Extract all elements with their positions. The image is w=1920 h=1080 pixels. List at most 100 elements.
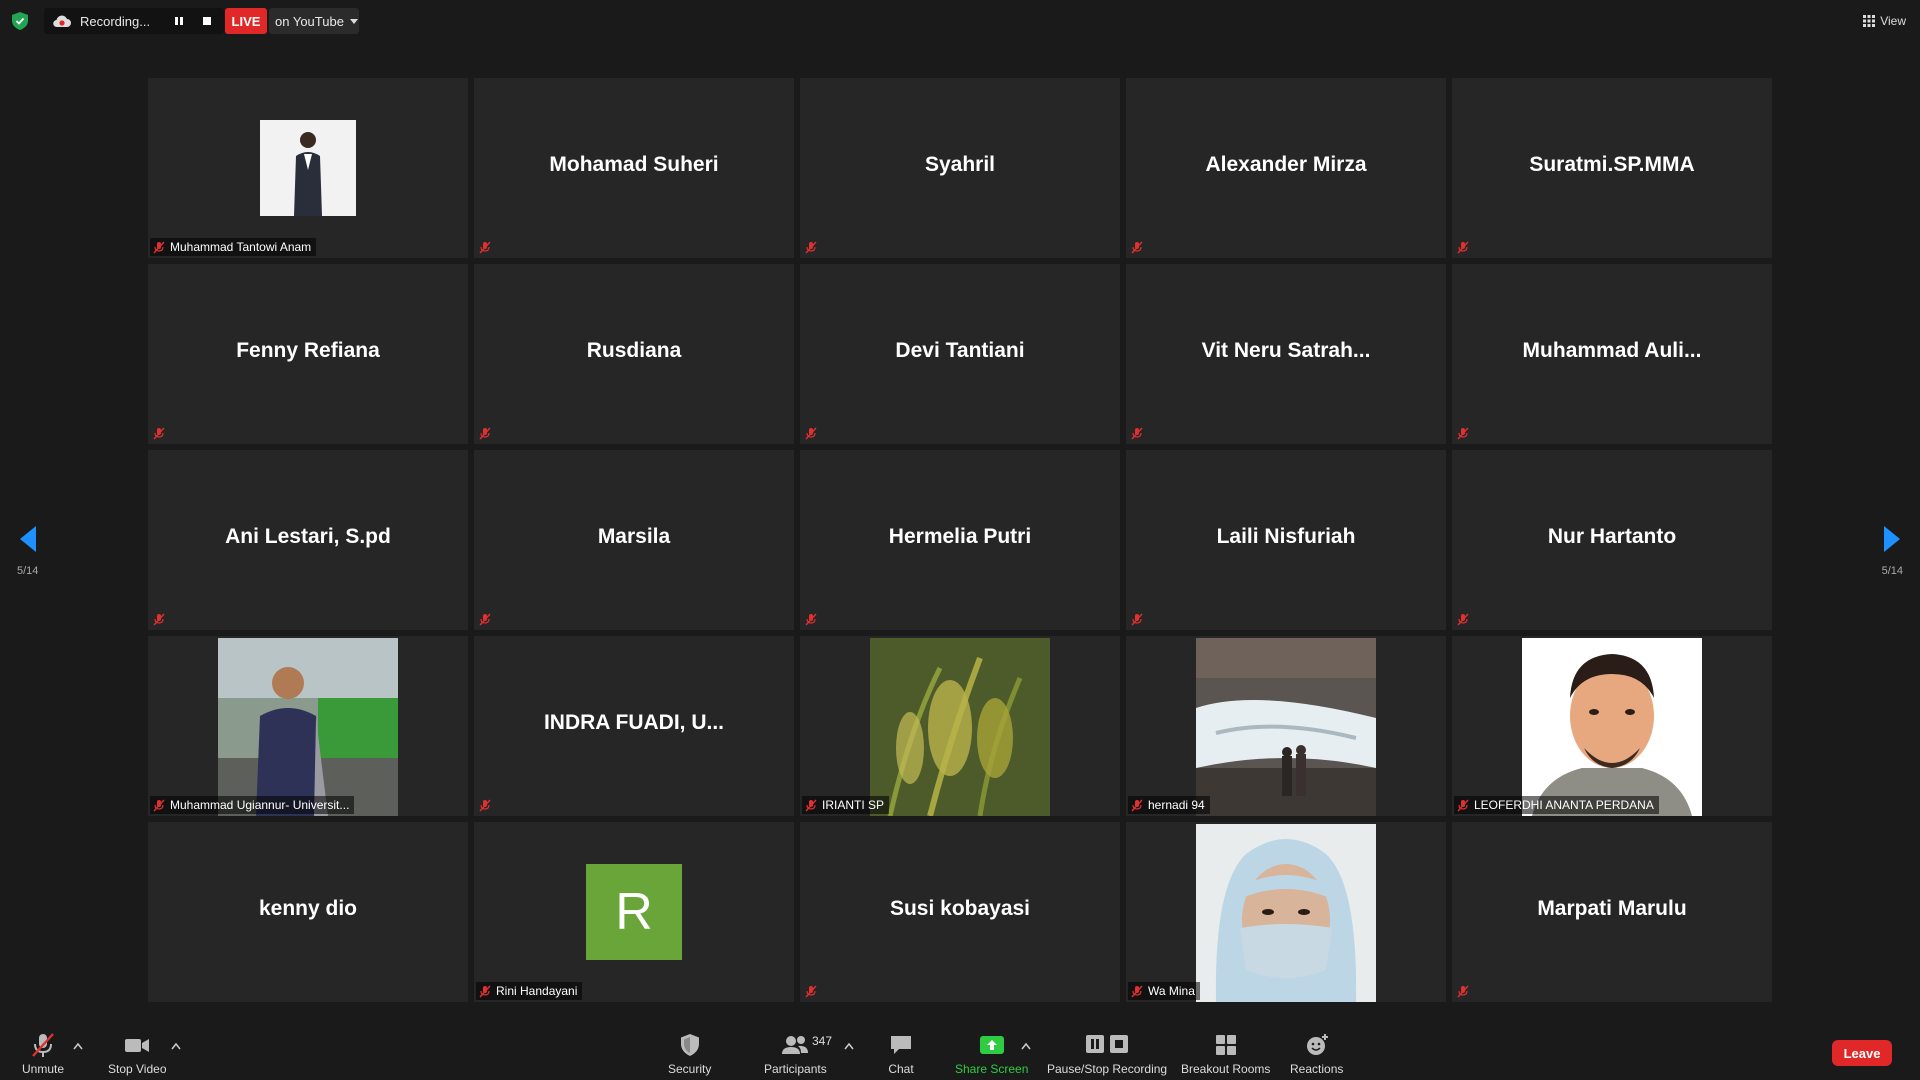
- recording-indicator: Recording...: [44, 8, 224, 34]
- reactions-button[interactable]: Reactions: [1290, 1032, 1343, 1076]
- share-options-caret-icon[interactable]: [1021, 1042, 1031, 1050]
- participant-name-label: [476, 796, 501, 814]
- participant-tile[interactable]: Ani Lestari, S.pd: [148, 450, 468, 630]
- participant-tile[interactable]: Wa Mina: [1126, 822, 1446, 1002]
- participant-tile[interactable]: Hermelia Putri: [800, 450, 1120, 630]
- participant-tile[interactable]: R Rini Handayani: [474, 822, 794, 1002]
- participant-tile[interactable]: Syahril: [800, 78, 1120, 258]
- cloud-recording-icon: [53, 15, 71, 28]
- participants-icon: [782, 1036, 809, 1054]
- muted-microphone-icon: [32, 1033, 54, 1057]
- caret-down-icon: [349, 18, 358, 24]
- participant-display-name: Muhammad Auli...: [1522, 339, 1702, 362]
- pause-recording-icon[interactable]: [172, 14, 186, 28]
- participant-name-label: LEOFERDHI ANANTA PERDANA: [1454, 796, 1659, 814]
- page-indicator-right: 5/14: [1881, 565, 1903, 577]
- live-stream-target-dropdown[interactable]: on YouTube: [269, 8, 359, 34]
- participants-count: 347: [812, 1034, 833, 1048]
- participant-display-name: Marsila: [597, 525, 671, 548]
- muted-mic-icon: [1457, 613, 1469, 625]
- participant-display-name: Laili Nisfuriah: [1216, 525, 1356, 548]
- top-bar: Recording... LIVE on YouTube View: [0, 0, 1920, 44]
- participant-display-name: Vit Neru Satrah...: [1201, 339, 1371, 362]
- participant-display-name: Susi kobayasi: [889, 897, 1031, 920]
- participant-name-label: [476, 424, 501, 442]
- stop-video-button[interactable]: Stop Video: [108, 1032, 167, 1076]
- participant-name-label: Wa Mina: [1128, 982, 1200, 1000]
- video-options-caret-icon[interactable]: [171, 1042, 181, 1050]
- security-button[interactable]: Security: [668, 1032, 711, 1076]
- participant-name-label: [802, 610, 827, 628]
- page-indicator-left: 5/14: [17, 565, 39, 577]
- muted-mic-icon: [153, 427, 165, 439]
- participant-tile[interactable]: Muhammad Tantowi Anam: [148, 78, 468, 258]
- next-page-arrow-icon[interactable]: [1882, 524, 1902, 554]
- view-button[interactable]: View: [1863, 10, 1906, 32]
- participant-tile[interactable]: Nur Hartanto: [1452, 450, 1772, 630]
- participant-tile[interactable]: Laili Nisfuriah: [1126, 450, 1446, 630]
- participant-display-name: Devi Tantiani: [895, 339, 1025, 362]
- participant-display-name: Suratmi.SP.MMA: [1529, 153, 1695, 176]
- participant-display-name: Rusdiana: [586, 339, 682, 362]
- leave-button[interactable]: Leave: [1832, 1040, 1892, 1066]
- participant-name-label: [802, 238, 827, 256]
- muted-mic-icon: [1457, 985, 1469, 997]
- participant-name-label: Muhammad Ugiannur- Universit...: [150, 796, 355, 814]
- pause-stop-recording-icon: [1086, 1035, 1129, 1053]
- participant-tile[interactable]: Rusdiana: [474, 264, 794, 444]
- participant-tile[interactable]: INDRA FUADI, U...: [474, 636, 794, 816]
- participant-tile[interactable]: Marsila: [474, 450, 794, 630]
- muted-mic-icon: [479, 241, 491, 253]
- participant-tile[interactable]: Susi kobayasi: [800, 822, 1120, 1002]
- participant-tile[interactable]: Suratmi.SP.MMA: [1452, 78, 1772, 258]
- participant-tile[interactable]: Devi Tantiani: [800, 264, 1120, 444]
- pause-stop-recording-button[interactable]: Pause/Stop Recording: [1047, 1032, 1167, 1076]
- participant-name-label: [802, 982, 827, 1000]
- participant-tile[interactable]: IRIANTI SP: [800, 636, 1120, 816]
- chat-button[interactable]: Chat: [888, 1032, 914, 1076]
- participants-options-caret-icon[interactable]: [844, 1042, 854, 1050]
- gallery-grid: Muhammad Tantowi Anam Mohamad Suheri Sya…: [148, 78, 1772, 1002]
- chat-bubble-icon: [891, 1036, 911, 1054]
- participant-name-label: [1128, 238, 1153, 256]
- view-label: View: [1880, 14, 1906, 28]
- stream-target-label: on YouTube: [275, 13, 344, 29]
- participant-tile[interactable]: Muhammad Ugiannur- Universit...: [148, 636, 468, 816]
- participant-name-label: IRIANTI SP: [802, 796, 890, 814]
- participant-display-name: Ani Lestari, S.pd: [225, 525, 391, 548]
- smiley-reactions-icon: [1306, 1034, 1328, 1055]
- breakout-rooms-button[interactable]: Breakout Rooms: [1181, 1032, 1270, 1076]
- muted-mic-icon: [1131, 427, 1143, 439]
- participant-display-name: Mohamad Suheri: [549, 153, 719, 176]
- participant-name-label: [150, 424, 175, 442]
- participant-display-name: Alexander Mirza: [1205, 153, 1367, 176]
- participant-photo-cartoon-man: [1522, 638, 1702, 816]
- participant-name-label: [1454, 424, 1479, 442]
- breakout-rooms-icon: [1215, 1035, 1236, 1055]
- participant-tile[interactable]: Fenny Refiana: [148, 264, 468, 444]
- participant-tile[interactable]: Mohamad Suheri: [474, 78, 794, 258]
- grid-view-icon: [1863, 15, 1876, 27]
- unmute-button[interactable]: Unmute: [22, 1032, 64, 1076]
- stop-recording-icon[interactable]: [200, 14, 214, 28]
- muted-mic-icon: [153, 241, 165, 253]
- recording-label: Recording...: [80, 13, 151, 29]
- participant-tile[interactable]: Marpati Marulu: [1452, 822, 1772, 1002]
- live-badge[interactable]: LIVE: [225, 8, 267, 34]
- muted-mic-icon: [1457, 241, 1469, 253]
- participant-tile[interactable]: Vit Neru Satrah...: [1126, 264, 1446, 444]
- participant-tile[interactable]: Muhammad Auli...: [1452, 264, 1772, 444]
- participant-tile[interactable]: Alexander Mirza: [1126, 78, 1446, 258]
- participant-name-label: [476, 238, 501, 256]
- previous-page-arrow-icon[interactable]: [18, 524, 38, 554]
- audio-options-caret-icon[interactable]: [73, 1042, 83, 1050]
- share-screen-button[interactable]: Share Screen: [955, 1032, 1028, 1076]
- participant-name-label: Rini Handayani: [476, 982, 583, 1000]
- participant-tile[interactable]: hernadi 94: [1126, 636, 1446, 816]
- participant-name-label: [802, 424, 827, 442]
- muted-mic-icon: [479, 427, 491, 439]
- security-shield-icon: [680, 1034, 699, 1056]
- participant-tile[interactable]: kenny dio: [148, 822, 468, 1002]
- encryption-shield-icon[interactable]: [12, 12, 28, 30]
- participant-tile[interactable]: LEOFERDHI ANANTA PERDANA: [1452, 636, 1772, 816]
